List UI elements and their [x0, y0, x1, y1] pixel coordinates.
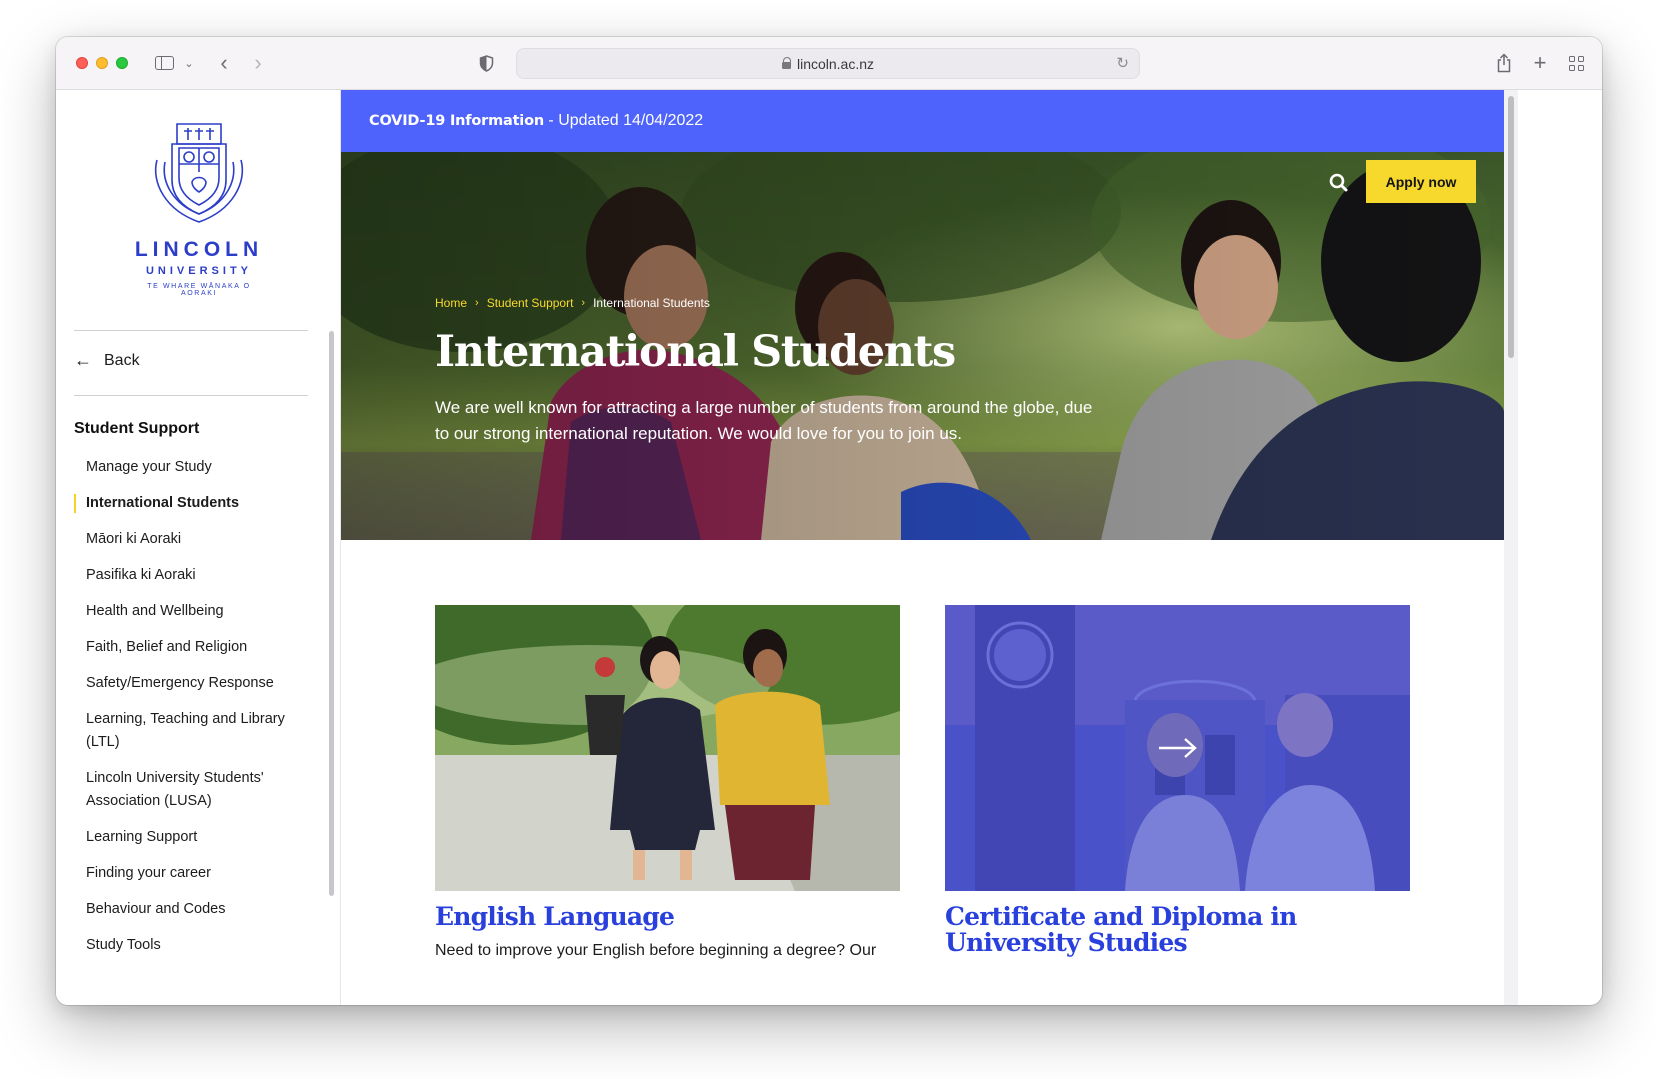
covid-banner-title: COVID-19 Information [369, 113, 544, 129]
zoom-window-button[interactable] [116, 57, 128, 69]
tab-overview-icon[interactable] [1566, 51, 1586, 75]
sidenav-item-learning-teaching-library[interactable]: Learning, Teaching and Library (LTL) [74, 708, 314, 754]
logo-motto: TE WHARE WĀNAKA O AORAKI [147, 283, 251, 297]
breadcrumb-current: International Students [593, 296, 710, 310]
browser-toolbar: ⌄ ‹ › lincoln.ac.nz ↻ + [56, 37, 1602, 90]
breadcrumb-home[interactable]: Home [435, 296, 467, 310]
divider [74, 330, 308, 331]
card-image [435, 605, 900, 891]
main-content: COVID-19 Information - Updated 14/04/202… [341, 90, 1504, 1005]
page-title: International Students [435, 327, 956, 377]
page-viewport: LINCOLN UNIVERSITY TE WHARE WĀNAKA O AOR… [56, 90, 1602, 1005]
sidenav-item-lusa[interactable]: Lincoln University Students' Association… [74, 767, 314, 813]
lock-icon [781, 57, 792, 69]
apply-now-button[interactable]: Apply now [1366, 160, 1476, 203]
back-link-label: Back [104, 351, 140, 369]
address-bar[interactable]: lincoln.ac.nz ↻ [516, 48, 1140, 79]
breadcrumb-student-support[interactable]: Student Support [487, 296, 574, 310]
chevron-right-icon: › [581, 297, 586, 309]
sidenav-item-maori-ki-aoraki[interactable]: Māori ki Aoraki [74, 528, 314, 551]
card-title[interactable]: English Language [435, 904, 900, 930]
covid-banner-updated: - Updated 14/04/2022 [543, 112, 704, 129]
chevron-down-icon[interactable]: ⌄ [182, 51, 196, 75]
sidenav-item-pasifika-ki-aoraki[interactable]: Pasifika ki Aoraki [74, 564, 314, 587]
breadcrumb: Home › Student Support › International S… [435, 296, 710, 310]
university-crest-icon [155, 123, 243, 223]
privacy-shield-icon[interactable] [476, 51, 496, 75]
sidenav-item-health-and-wellbeing[interactable]: Health and Wellbeing [74, 600, 314, 623]
card-description: Need to improve your English before begi… [435, 942, 877, 959]
page-scrollbar[interactable] [1504, 90, 1518, 1005]
search-icon[interactable] [1326, 170, 1352, 196]
side-navigation: LINCOLN UNIVERSITY TE WHARE WĀNAKA O AOR… [56, 90, 341, 1005]
card-image [945, 605, 1410, 891]
chevron-right-icon: › [475, 297, 479, 309]
lincoln-university-logo[interactable]: LINCOLN UNIVERSITY TE WHARE WĀNAKA O AOR… [128, 120, 270, 297]
sidenav-item-learning-support[interactable]: Learning Support [74, 826, 314, 849]
new-tab-icon[interactable]: + [1530, 50, 1550, 75]
logo-wordmark: LINCOLN [134, 238, 264, 261]
page-scrollbar-thumb[interactable] [1508, 96, 1514, 358]
url-text: lincoln.ac.nz [796, 55, 875, 72]
arrow-left-icon: ← [74, 350, 92, 370]
sidenav-heading[interactable]: Student Support [74, 420, 199, 438]
card-english-language[interactable]: English Language Need to improve your En… [435, 605, 900, 962]
hero-description: We are well known for attracting a large… [435, 398, 1093, 443]
sidenav-scrollbar[interactable] [329, 331, 334, 896]
sidenav-item-manage-your-study[interactable]: Manage your Study [74, 456, 314, 479]
back-arrow-icon[interactable]: ‹ [214, 50, 234, 75]
sidenav-item-behaviour-and-codes[interactable]: Behaviour and Codes [74, 898, 314, 921]
sidenav-item-safety-emergency[interactable]: Safety/Emergency Response [74, 672, 314, 695]
browser-window: ⌄ ‹ › lincoln.ac.nz ↻ + LINCOLN UNIVERSI… [56, 37, 1602, 1005]
sidenav-item-faith-belief-religion[interactable]: Faith, Belief and Religion [74, 636, 314, 659]
arrow-right-icon [1159, 738, 1197, 758]
sidenav-item-finding-your-career[interactable]: Finding your career [74, 862, 314, 885]
reload-icon[interactable]: ↻ [1116, 54, 1129, 72]
forward-arrow-icon[interactable]: › [248, 50, 268, 75]
covid-banner[interactable]: COVID-19 Information - Updated 14/04/202… [341, 90, 1504, 152]
sidenav-item-international-students[interactable]: International Students [74, 492, 314, 515]
sidenav-item-study-tools[interactable]: Study Tools [74, 934, 314, 957]
share-icon[interactable] [1494, 51, 1514, 75]
card-certificate-diploma[interactable]: Certificate and Diploma in University St… [945, 605, 1410, 966]
sidenav-list: Manage your Study International Students… [74, 456, 314, 957]
close-window-button[interactable] [76, 57, 88, 69]
card-title[interactable]: Certificate and Diploma in University St… [945, 904, 1410, 956]
minimize-window-button[interactable] [96, 57, 108, 69]
divider [74, 395, 308, 396]
back-link[interactable]: ← Back [74, 350, 140, 371]
logo-subtitle: UNIVERSITY [145, 265, 252, 277]
hero-banner: Apply now Home › Student Support › Inter… [341, 152, 1504, 540]
sidebar-toggle-icon[interactable] [152, 51, 176, 75]
